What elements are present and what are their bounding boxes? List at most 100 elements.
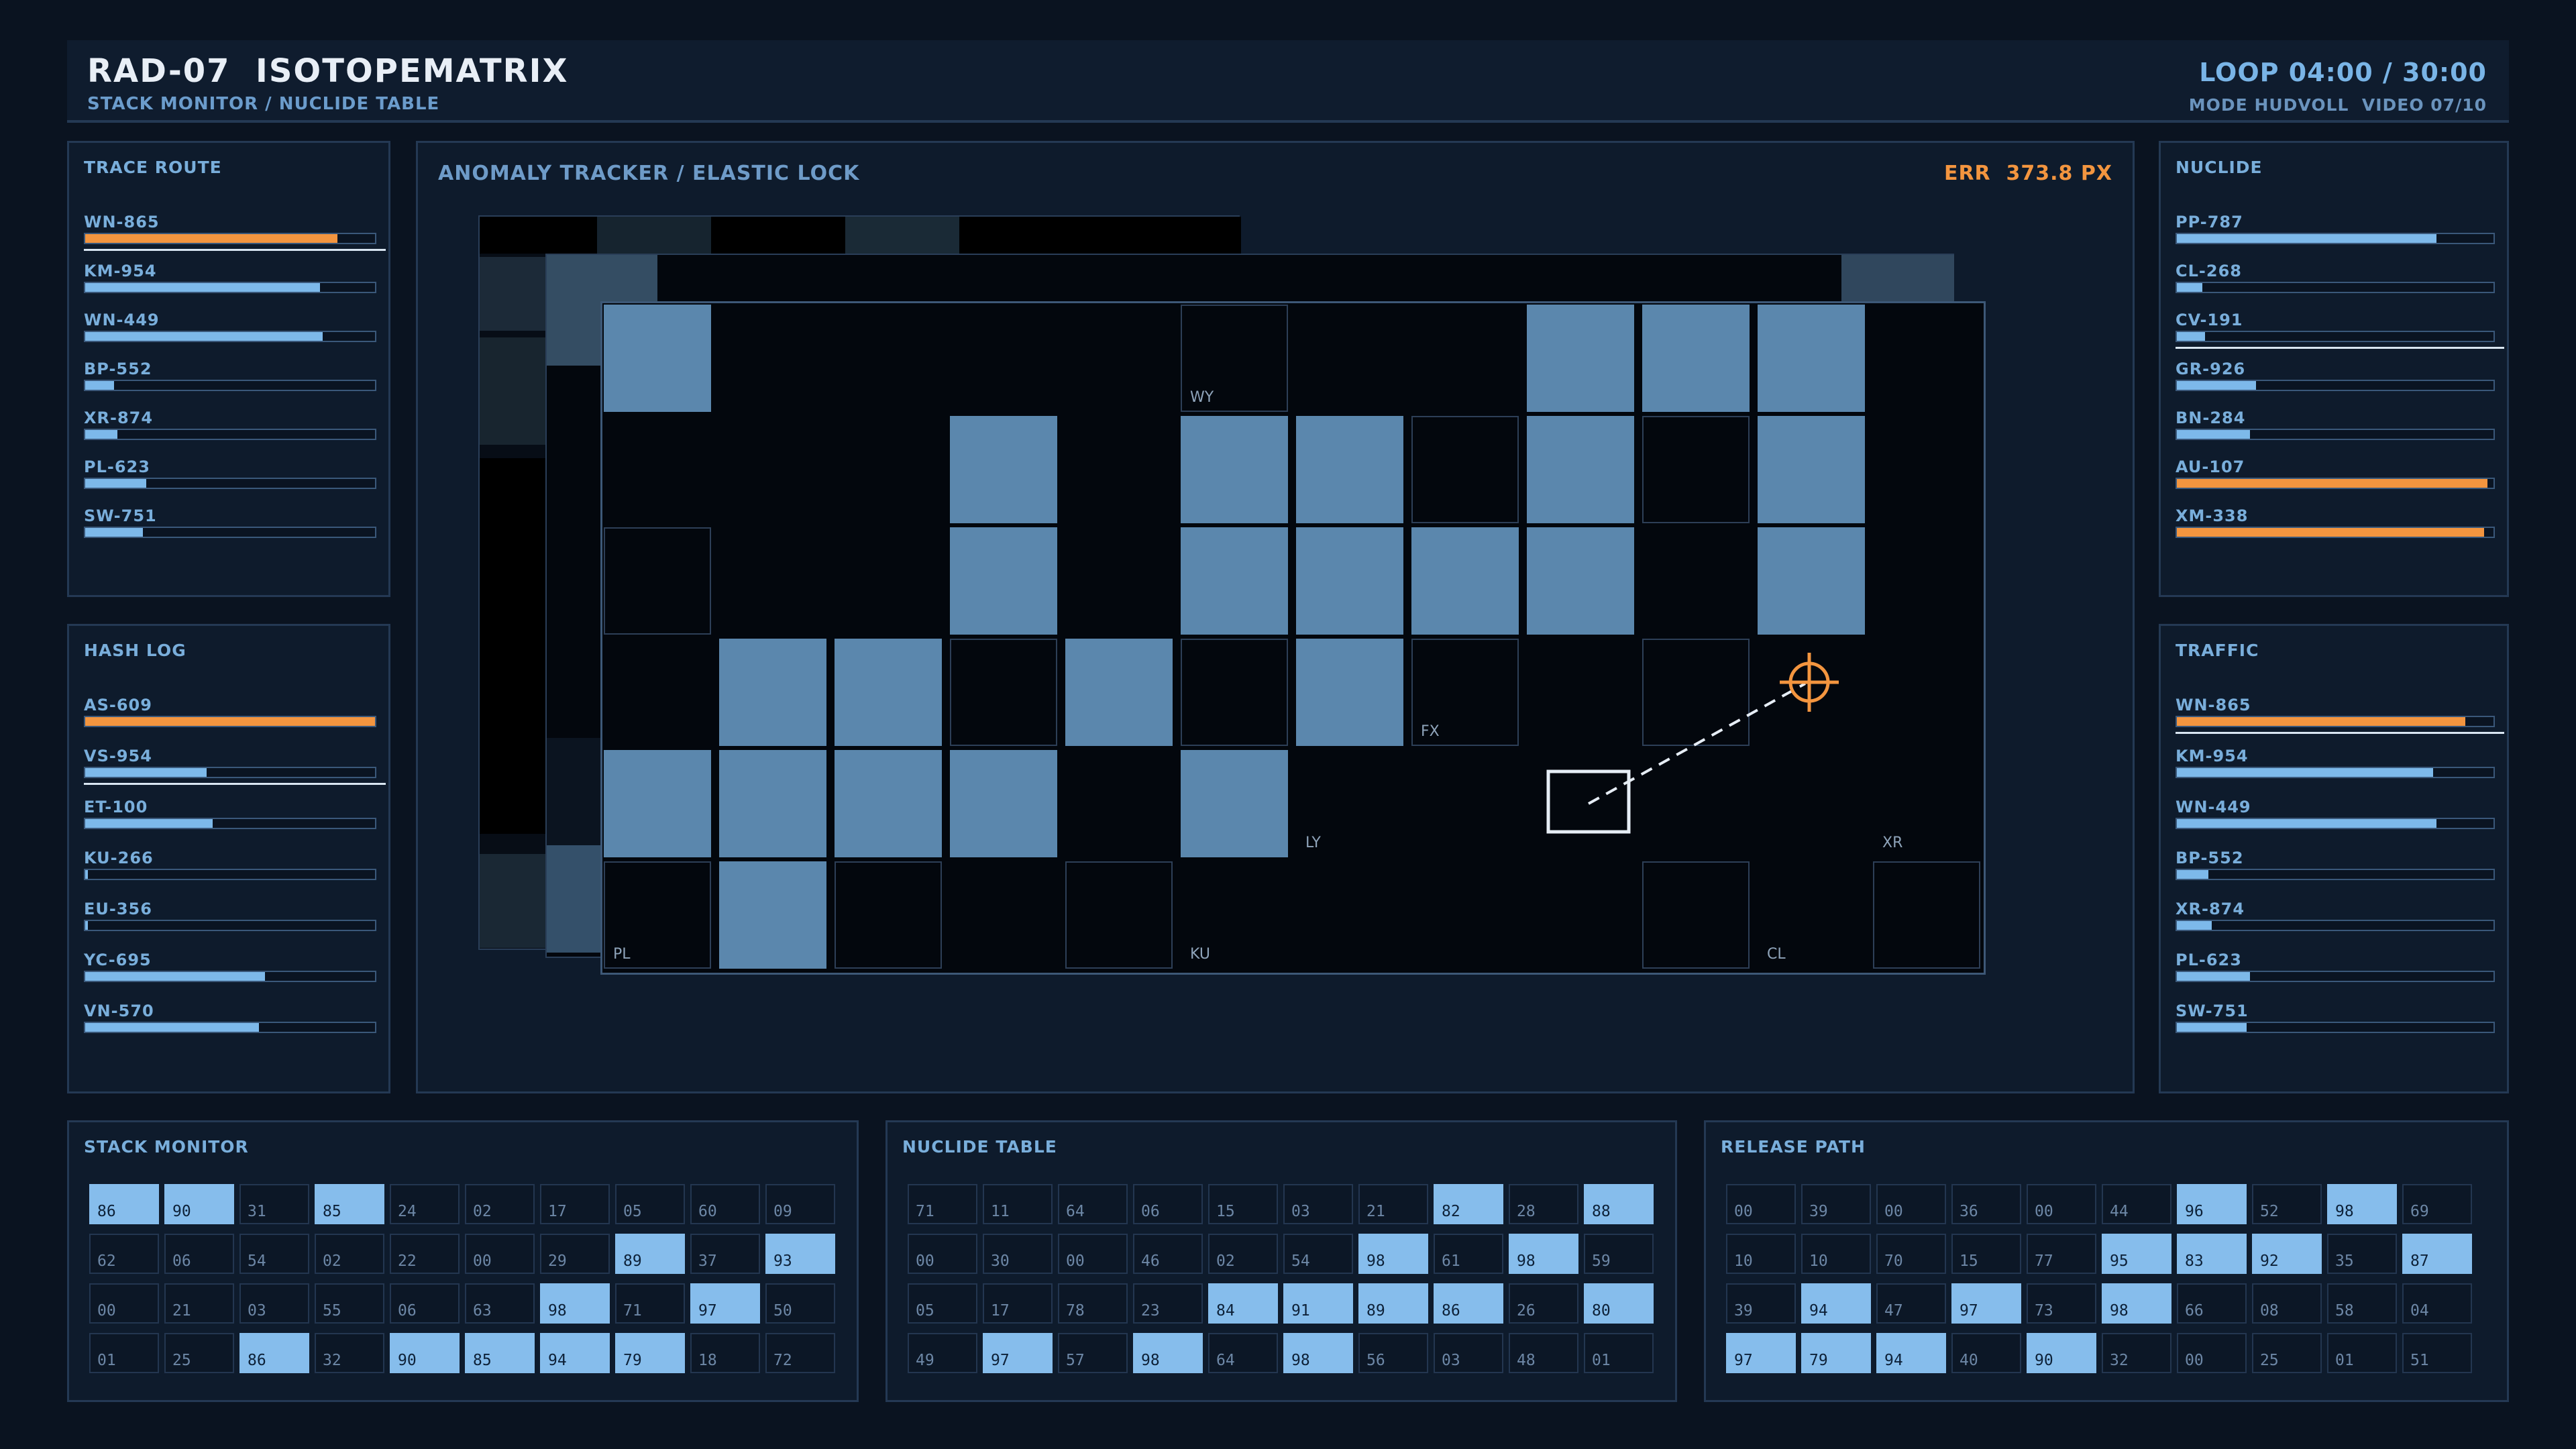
- table-cell[interactable]: 80: [1584, 1283, 1654, 1324]
- table-cell[interactable]: 01: [89, 1333, 159, 1373]
- table-cell[interactable]: 06: [164, 1234, 234, 1274]
- table-cell[interactable]: 78: [1058, 1283, 1128, 1324]
- table-cell[interactable]: 18: [690, 1333, 760, 1373]
- table-cell[interactable]: 48: [1509, 1333, 1578, 1373]
- table-cell[interactable]: 97: [983, 1333, 1053, 1373]
- table-cell[interactable]: 05: [908, 1283, 977, 1324]
- crosshair-icon[interactable]: [1780, 653, 1839, 712]
- table-cell[interactable]: 90: [164, 1184, 234, 1224]
- table-cell[interactable]: 08: [2252, 1283, 2322, 1324]
- table-cell[interactable]: 31: [239, 1184, 309, 1224]
- table-cell[interactable]: 01: [2327, 1333, 2397, 1373]
- table-cell[interactable]: 06: [390, 1283, 460, 1324]
- table-cell[interactable]: 85: [465, 1333, 535, 1373]
- table-cell[interactable]: 10: [1726, 1234, 1796, 1274]
- table-cell[interactable]: 94: [1876, 1333, 1946, 1373]
- table-cell[interactable]: 05: [615, 1184, 685, 1224]
- table-cell[interactable]: 30: [983, 1234, 1053, 1274]
- table-cell[interactable]: 69: [2402, 1184, 2472, 1224]
- table-cell[interactable]: 98: [1283, 1333, 1353, 1373]
- table-cell[interactable]: 25: [2252, 1333, 2322, 1373]
- table-cell[interactable]: 73: [2027, 1283, 2096, 1324]
- table-cell[interactable]: 54: [239, 1234, 309, 1274]
- table-cell[interactable]: 59: [1584, 1234, 1654, 1274]
- table-cell[interactable]: 91: [1283, 1283, 1353, 1324]
- table-cell[interactable]: 17: [540, 1184, 610, 1224]
- table-cell[interactable]: 28: [1509, 1184, 1578, 1224]
- table-cell[interactable]: 40: [1951, 1333, 2021, 1373]
- table-cell[interactable]: 79: [1801, 1333, 1871, 1373]
- table-cell[interactable]: 02: [1208, 1234, 1278, 1274]
- table-cell[interactable]: 92: [2252, 1234, 2322, 1274]
- table-cell[interactable]: 54: [1283, 1234, 1353, 1274]
- table-cell[interactable]: 00: [1876, 1184, 1946, 1224]
- table-cell[interactable]: 85: [315, 1184, 384, 1224]
- table-cell[interactable]: 60: [690, 1184, 760, 1224]
- table-cell[interactable]: 89: [1358, 1283, 1428, 1324]
- table-cell[interactable]: 00: [1726, 1184, 1796, 1224]
- table-cell[interactable]: 00: [1058, 1234, 1128, 1274]
- table-cell[interactable]: 51: [2402, 1333, 2472, 1373]
- table-cell[interactable]: 94: [540, 1333, 610, 1373]
- table-cell[interactable]: 77: [2027, 1234, 2096, 1274]
- table-cell[interactable]: 82: [1434, 1184, 1503, 1224]
- table-cell[interactable]: 44: [2102, 1184, 2171, 1224]
- table-cell[interactable]: 03: [239, 1283, 309, 1324]
- table-cell[interactable]: 61: [1434, 1234, 1503, 1274]
- table-cell[interactable]: 83: [2177, 1234, 2247, 1274]
- table-cell[interactable]: 63: [465, 1283, 535, 1324]
- table-cell[interactable]: 35: [2327, 1234, 2397, 1274]
- table-cell[interactable]: 29: [540, 1234, 610, 1274]
- table-cell[interactable]: 03: [1434, 1333, 1503, 1373]
- table-cell[interactable]: 22: [390, 1234, 460, 1274]
- table-cell[interactable]: 97: [690, 1283, 760, 1324]
- table-cell[interactable]: 46: [1133, 1234, 1203, 1274]
- table-cell[interactable]: 00: [2177, 1333, 2247, 1373]
- table-cell[interactable]: 57: [1058, 1333, 1128, 1373]
- table-cell[interactable]: 95: [2102, 1234, 2171, 1274]
- table-cell[interactable]: 86: [239, 1333, 309, 1373]
- table-cell[interactable]: 11: [983, 1184, 1053, 1224]
- table-cell[interactable]: 32: [2102, 1333, 2171, 1373]
- table-cell[interactable]: 17: [983, 1283, 1053, 1324]
- table-cell[interactable]: 98: [1358, 1234, 1428, 1274]
- table-cell[interactable]: 03: [1283, 1184, 1353, 1224]
- table-cell[interactable]: 06: [1133, 1184, 1203, 1224]
- table-cell[interactable]: 02: [465, 1184, 535, 1224]
- table-cell[interactable]: 86: [1434, 1283, 1503, 1324]
- table-cell[interactable]: 97: [1951, 1283, 2021, 1324]
- table-cell[interactable]: 55: [315, 1283, 384, 1324]
- table-cell[interactable]: 23: [1133, 1283, 1203, 1324]
- table-cell[interactable]: 90: [390, 1333, 460, 1373]
- table-cell[interactable]: 90: [2027, 1333, 2096, 1373]
- table-cell[interactable]: 56: [1358, 1333, 1428, 1373]
- table-cell[interactable]: 39: [1726, 1283, 1796, 1324]
- table-cell[interactable]: 62: [89, 1234, 159, 1274]
- table-cell[interactable]: 71: [615, 1283, 685, 1324]
- table-cell[interactable]: 87: [2402, 1234, 2472, 1274]
- table-cell[interactable]: 04: [2402, 1283, 2472, 1324]
- table-cell[interactable]: 25: [164, 1333, 234, 1373]
- table-cell[interactable]: 84: [1208, 1283, 1278, 1324]
- table-cell[interactable]: 70: [1876, 1234, 1946, 1274]
- table-cell[interactable]: 88: [1584, 1184, 1654, 1224]
- table-cell[interactable]: 15: [1208, 1184, 1278, 1224]
- table-cell[interactable]: 72: [765, 1333, 835, 1373]
- table-cell[interactable]: 00: [465, 1234, 535, 1274]
- table-cell[interactable]: 24: [390, 1184, 460, 1224]
- table-cell[interactable]: 00: [908, 1234, 977, 1274]
- table-cell[interactable]: 89: [615, 1234, 685, 1274]
- table-cell[interactable]: 49: [908, 1333, 977, 1373]
- table-cell[interactable]: 00: [89, 1283, 159, 1324]
- table-cell[interactable]: 39: [1801, 1184, 1871, 1224]
- table-cell[interactable]: 66: [2177, 1283, 2247, 1324]
- table-cell[interactable]: 47: [1876, 1283, 1946, 1324]
- table-cell[interactable]: 02: [315, 1234, 384, 1274]
- table-cell[interactable]: 98: [2327, 1184, 2397, 1224]
- table-cell[interactable]: 32: [315, 1333, 384, 1373]
- table-cell[interactable]: 93: [765, 1234, 835, 1274]
- table-cell[interactable]: 96: [2177, 1184, 2247, 1224]
- table-cell[interactable]: 37: [690, 1234, 760, 1274]
- table-cell[interactable]: 15: [1951, 1234, 2021, 1274]
- table-cell[interactable]: 86: [89, 1184, 159, 1224]
